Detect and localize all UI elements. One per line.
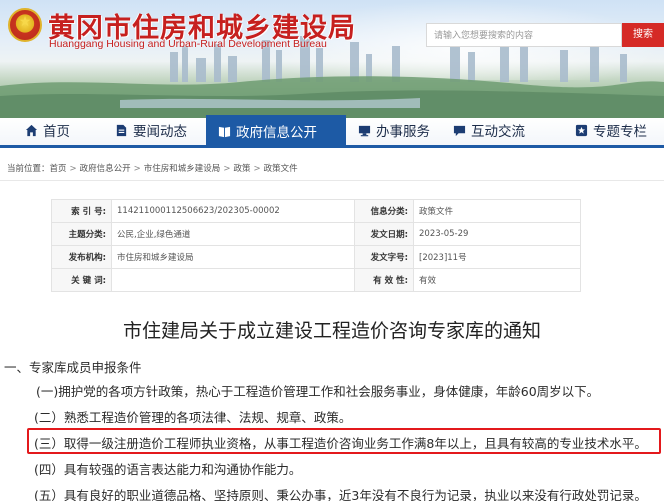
- nav-item-interact[interactable]: 互动交流: [453, 118, 525, 146]
- table-row: 主题分类: 公民,企业,绿色通道 发文日期: 2023-05-29: [51, 222, 581, 246]
- category-label: 信息分类:: [354, 199, 414, 223]
- breadcrumb-divider: [0, 180, 664, 181]
- article-paragraph: (二）熟悉工程造价管理的各项法律、法规、规章、政策。: [34, 410, 352, 425]
- breadcrumb-separator: >: [133, 164, 141, 174]
- nav-item-topic[interactable]: 专题专栏: [575, 118, 647, 146]
- table-row: 索 引 号: 114211000112506623/202305-00002 信…: [51, 199, 581, 223]
- org-label: 发布机构:: [51, 245, 112, 269]
- docno-label: 发文字号:: [354, 245, 414, 269]
- nav-item-news[interactable]: 要闻动态: [115, 118, 187, 146]
- article-paragraph: (四）具有较强的语言表达能力和沟通协作能力。: [34, 462, 302, 477]
- document-info-table: 索 引 号: 114211000112506623/202305-00002 信…: [51, 199, 581, 292]
- breadcrumb-prefix: 当前位置：: [7, 164, 50, 174]
- book-icon: [218, 126, 231, 138]
- topic-value: 公民,企业,绿色通道: [111, 222, 355, 246]
- table-row: 关 键 词: 有 效 性: 有效: [51, 268, 581, 292]
- nav-item-gov-info-active[interactable]: 政府信息公开: [206, 115, 346, 147]
- document-icon: [116, 124, 127, 137]
- chat-icon: [453, 125, 466, 137]
- nav-item-label: 政府信息公开: [236, 125, 317, 141]
- validity-value: 有效: [413, 268, 581, 292]
- nav-item-label: 办事服务: [376, 124, 430, 140]
- main-navigation: 首页 要闻动态 政府信息公开 办事服务 互动交流 专题专栏: [0, 115, 664, 148]
- index-label: 索 引 号:: [51, 199, 112, 223]
- breadcrumb-item-gov-info[interactable]: 政府信息公开: [80, 164, 131, 174]
- breadcrumb-item-home[interactable]: 首页: [50, 164, 67, 174]
- breadcrumb-item-bureau[interactable]: 市住房和城乡建设局: [144, 164, 221, 174]
- keyword-value: [111, 268, 355, 292]
- home-icon: [25, 124, 38, 137]
- date-label: 发文日期:: [354, 222, 414, 246]
- nav-item-label: 首页: [43, 124, 70, 140]
- topic-label: 主题分类:: [51, 222, 112, 246]
- nav-item-service[interactable]: 办事服务: [358, 118, 430, 146]
- validity-label: 有 效 性:: [354, 268, 414, 292]
- nav-item-label: 互动交流: [471, 124, 525, 140]
- nav-item-label: 专题专栏: [593, 124, 647, 140]
- breadcrumb-separator: >: [253, 164, 261, 174]
- org-value: 市住房和城乡建设局: [111, 245, 355, 269]
- article-title: 市住建局关于成立建设工程造价咨询专家库的通知: [122, 320, 541, 342]
- keyword-label: 关 键 词:: [51, 268, 112, 292]
- article-paragraph-highlighted: (三）取得一级注册造价工程师执业资格，从事工程造价咨询业务工作满8年以上，且具有…: [34, 436, 647, 451]
- national-emblem-icon: [8, 8, 42, 42]
- docno-value: [2023]11号: [413, 245, 581, 269]
- nav-item-label: 要闻动态: [133, 124, 187, 140]
- breadcrumb-item-policy-docs[interactable]: 政策文件: [264, 164, 298, 174]
- index-value: 114211000112506623/202305-00002: [111, 199, 355, 223]
- search-input[interactable]: 请输入您想要搜索的内容: [426, 23, 622, 47]
- star-square-icon: [575, 124, 588, 137]
- date-value: 2023-05-29: [413, 222, 581, 246]
- monitor-icon: [358, 125, 371, 137]
- breadcrumb-separator: >: [69, 164, 77, 174]
- search-button[interactable]: 搜索: [622, 23, 664, 47]
- section-heading: 一、专家库成员申报条件: [4, 360, 142, 375]
- breadcrumb-separator: >: [223, 164, 231, 174]
- header-banner: 黄冈市住房和城乡建设局 Huanggang Housing and Urban-…: [0, 0, 664, 118]
- site-subtitle: Huanggang Housing and Urban-Rural Develo…: [49, 38, 327, 50]
- breadcrumb-item-policy[interactable]: 政策: [233, 164, 250, 174]
- category-value: 政策文件: [413, 199, 581, 223]
- table-row: 发布机构: 市住房和城乡建设局 发文字号: [2023]11号: [51, 245, 581, 269]
- article-paragraph: (一)拥护党的各项方针政策，热心于工程造价管理工作和社会服务事业，身体健康，年龄…: [36, 384, 600, 399]
- article-paragraph: (五）具有良好的职业道德品格、坚持原则、秉公办事，近3年没有不良行为记录，执业以…: [34, 488, 647, 501]
- nav-item-home[interactable]: 首页: [25, 118, 70, 146]
- breadcrumb: 当前位置：首页 > 政府信息公开 > 市住房和城乡建设局 > 政策 > 政策文件: [7, 162, 298, 174]
